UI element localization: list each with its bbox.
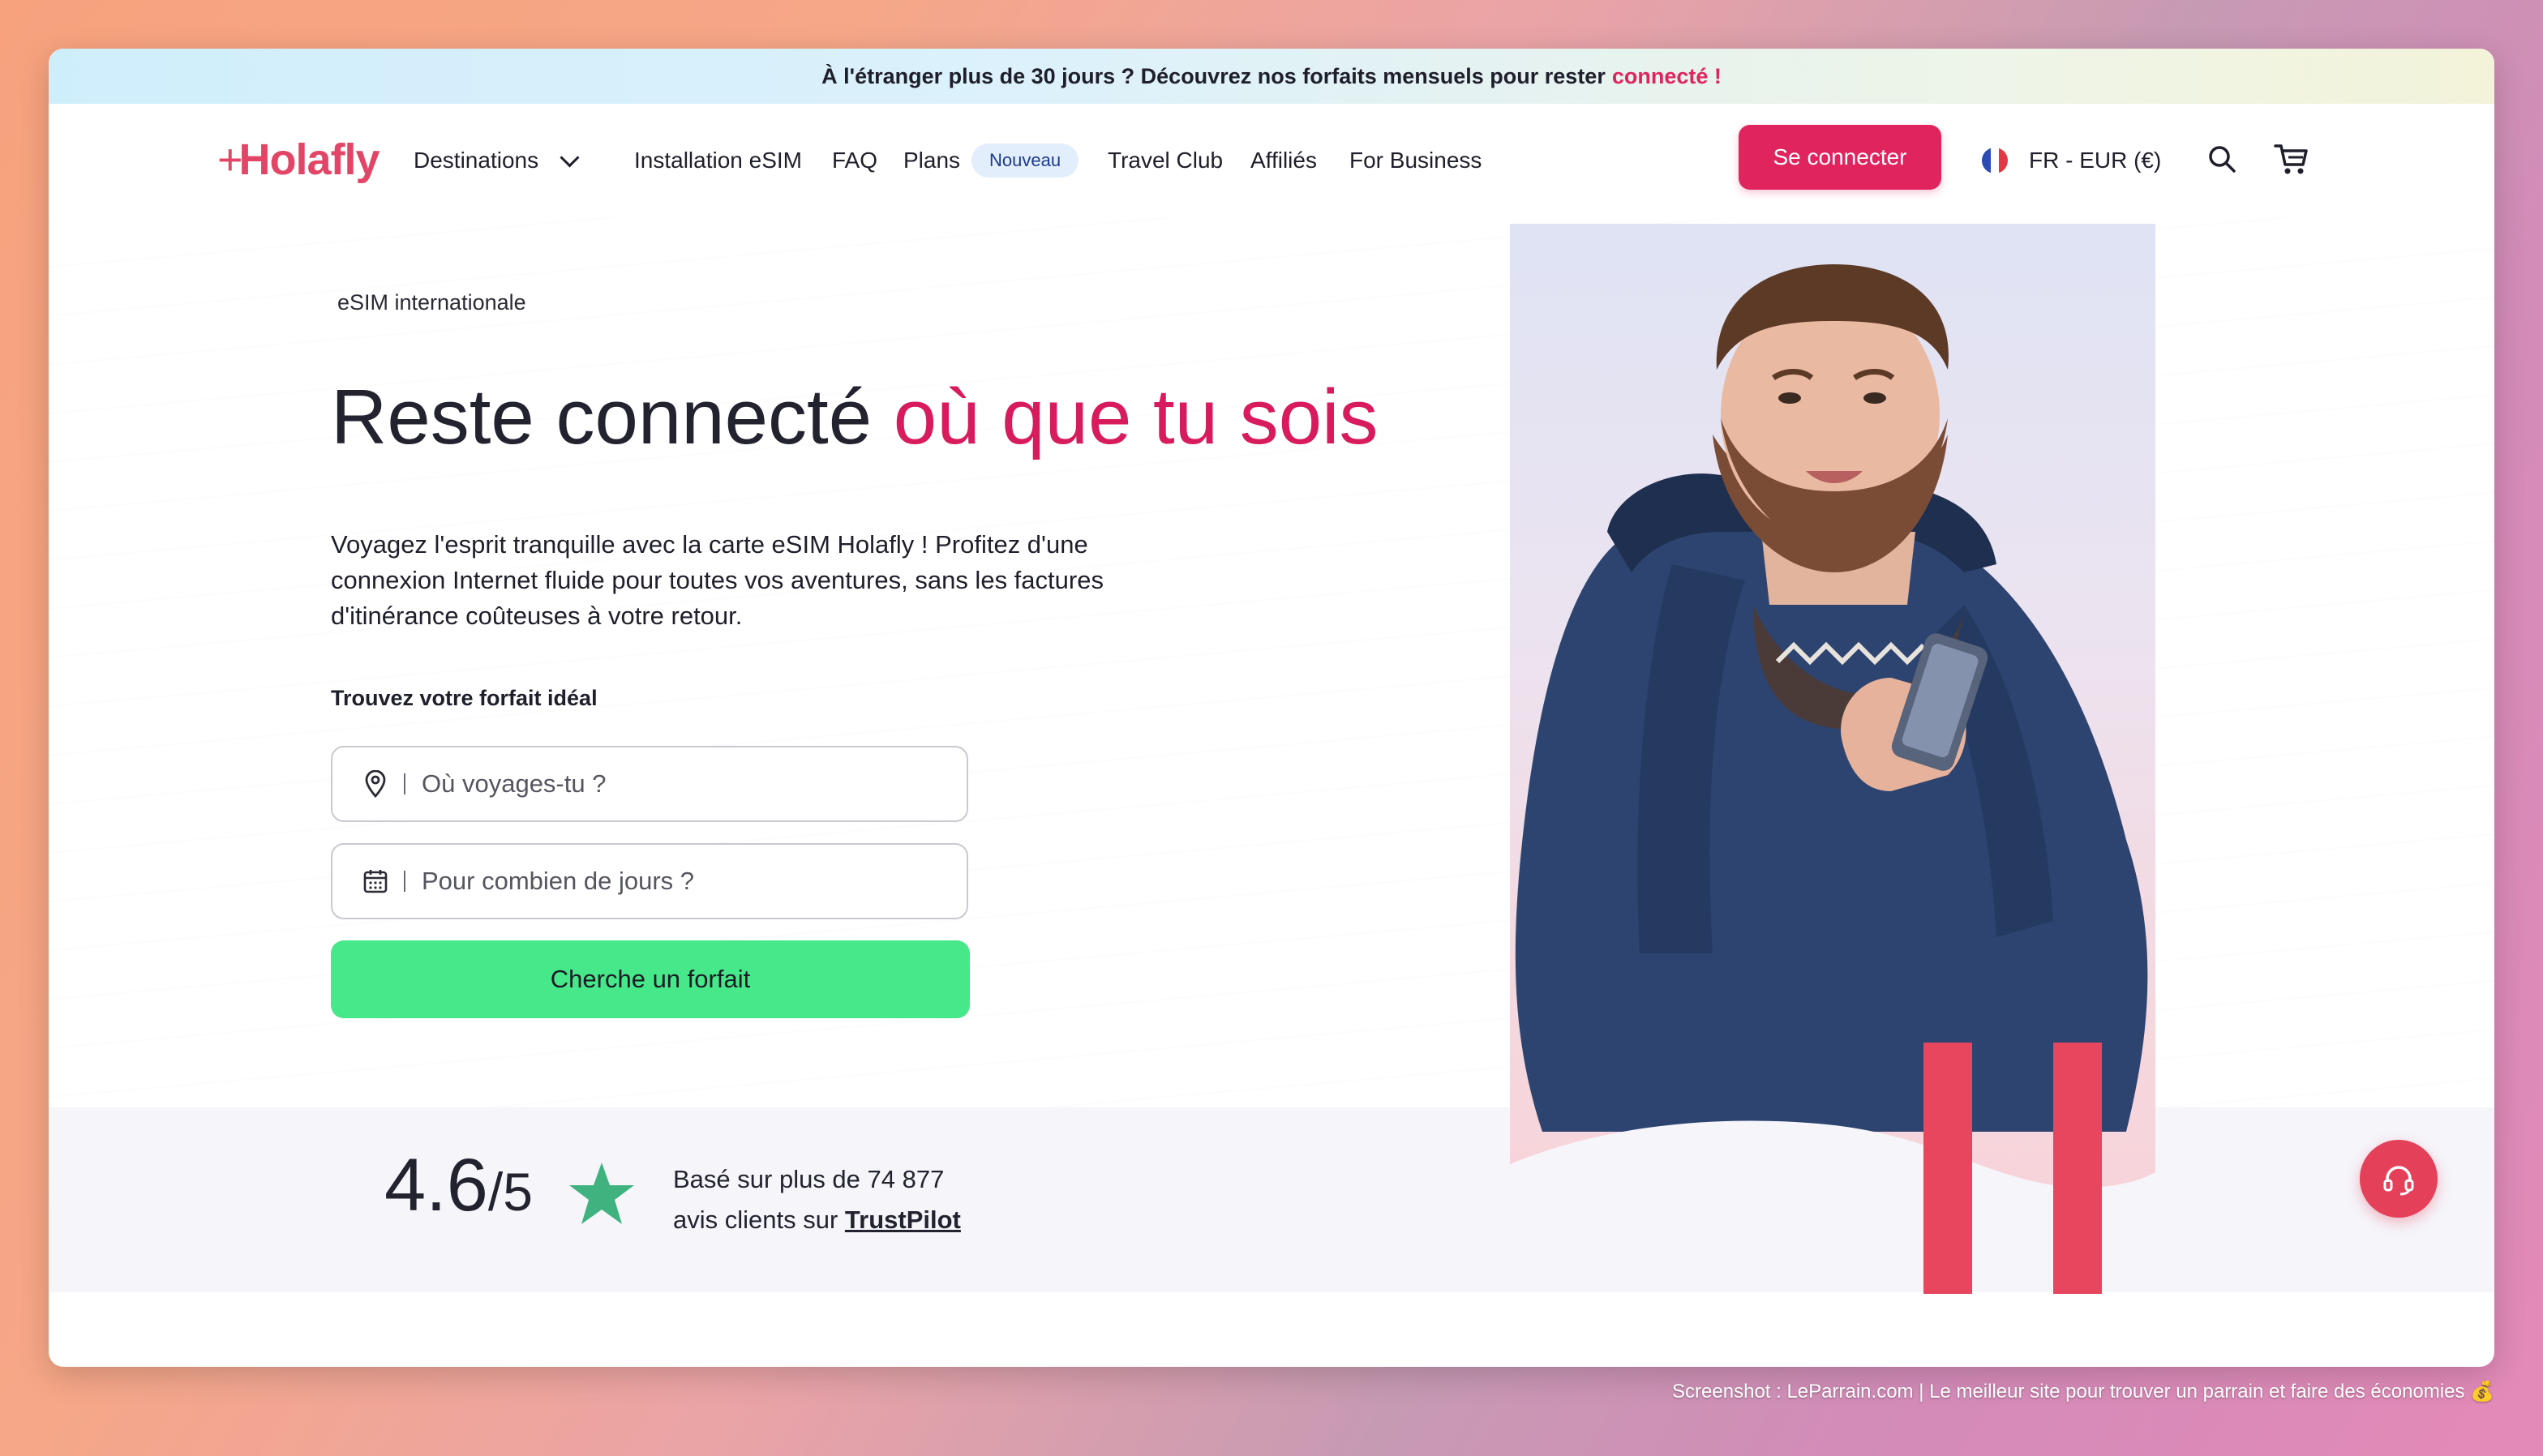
star-icon [568, 1159, 636, 1231]
france-flag-icon [1982, 148, 2008, 173]
rating-score-value: 4.6 [384, 1144, 488, 1227]
nav-faq[interactable]: FAQ [832, 104, 877, 217]
locale-label: FR - EUR (€) [2029, 148, 2162, 173]
rating-out-of: /5 [487, 1162, 533, 1222]
promo-banner[interactable]: À l'étranger plus de 30 jours ? Découvre… [49, 49, 2494, 104]
nav-travel-club[interactable]: Travel Club [1108, 104, 1223, 217]
destination-input[interactable] [420, 769, 910, 799]
trustpilot-link[interactable]: TrustPilot [845, 1205, 961, 1234]
headset-icon [2383, 1166, 2414, 1196]
nav-installation-label: Installation eSIM [634, 148, 802, 173]
hero-lead: Voyagez l'esprit tranquille avec la cart… [331, 530, 1104, 630]
rating-description: Basé sur plus de 74 877 avis clients sur… [673, 1159, 961, 1240]
hero-title-accent: où que tu sois [893, 374, 1379, 460]
chevron-down-icon [560, 147, 580, 168]
promo-text: À l'étranger plus de 30 jours ? Découvre… [821, 63, 1606, 88]
hero-eyebrow: eSIM internationale [337, 290, 526, 315]
promo-highlight[interactable]: connecté ! [1612, 64, 1722, 89]
nav-destinations-label: Destinations [414, 148, 539, 173]
nav-destinations[interactable]: Destinations [414, 104, 580, 217]
days-field[interactable] [331, 843, 968, 919]
find-plan-label: Trouvez votre forfait idéal [331, 686, 598, 710]
cart-icon[interactable] [2269, 136, 2314, 182]
search-icon[interactable] [2199, 136, 2245, 182]
nav-faq-label: FAQ [832, 148, 878, 173]
nav-plans[interactable]: Plans Nouveau [903, 104, 1079, 217]
screenshot-watermark: Screenshot : LeParrain.com | Le meilleur… [1672, 1381, 2494, 1402]
holafly-logo[interactable]: +Holafly [217, 135, 380, 185]
nav-for-business[interactable]: For Business [1349, 104, 1482, 217]
days-input[interactable] [420, 866, 910, 897]
logo-text: Holafly [238, 135, 380, 184]
nav-affilies-label: Affiliés [1250, 148, 1317, 173]
locale-selector[interactable]: FR - EUR (€) [1982, 104, 2161, 217]
support-chat-button[interactable] [2360, 1140, 2438, 1218]
login-button[interactable]: Se connecter [1739, 125, 1941, 190]
calendar-icon [362, 867, 389, 895]
location-pin-icon [362, 770, 389, 798]
hero-title: Reste connecté où que tu sois [331, 371, 1385, 464]
rating-line-2-text: avis clients sur [673, 1205, 838, 1234]
new-badge: Nouveau [971, 143, 1079, 178]
rating-line-2: avis clients sur TrustPilot [673, 1200, 961, 1240]
decor-bar-left [1923, 1043, 1972, 1294]
destination-field[interactable] [331, 746, 968, 822]
decor-bar-right [2053, 1043, 2102, 1294]
nav-affilies[interactable]: Affiliés [1250, 104, 1317, 217]
rating-line-1: Basé sur plus de 74 877 [673, 1165, 945, 1193]
browser-window: À l'étranger plus de 30 jours ? Découvre… [49, 49, 2494, 1367]
rating-score: 4.6/5 [384, 1143, 533, 1228]
field-separator [404, 773, 405, 794]
nav-installation-esim[interactable]: Installation eSIM [634, 104, 802, 217]
field-separator [404, 871, 405, 892]
hero-title-main: Reste connecté [331, 374, 873, 460]
nav-business-label: For Business [1349, 148, 1482, 173]
nav-plans-label: Plans [903, 148, 961, 173]
search-plan-button[interactable]: Cherche un forfait [331, 940, 970, 1018]
nav-travel-club-label: Travel Club [1108, 148, 1224, 173]
